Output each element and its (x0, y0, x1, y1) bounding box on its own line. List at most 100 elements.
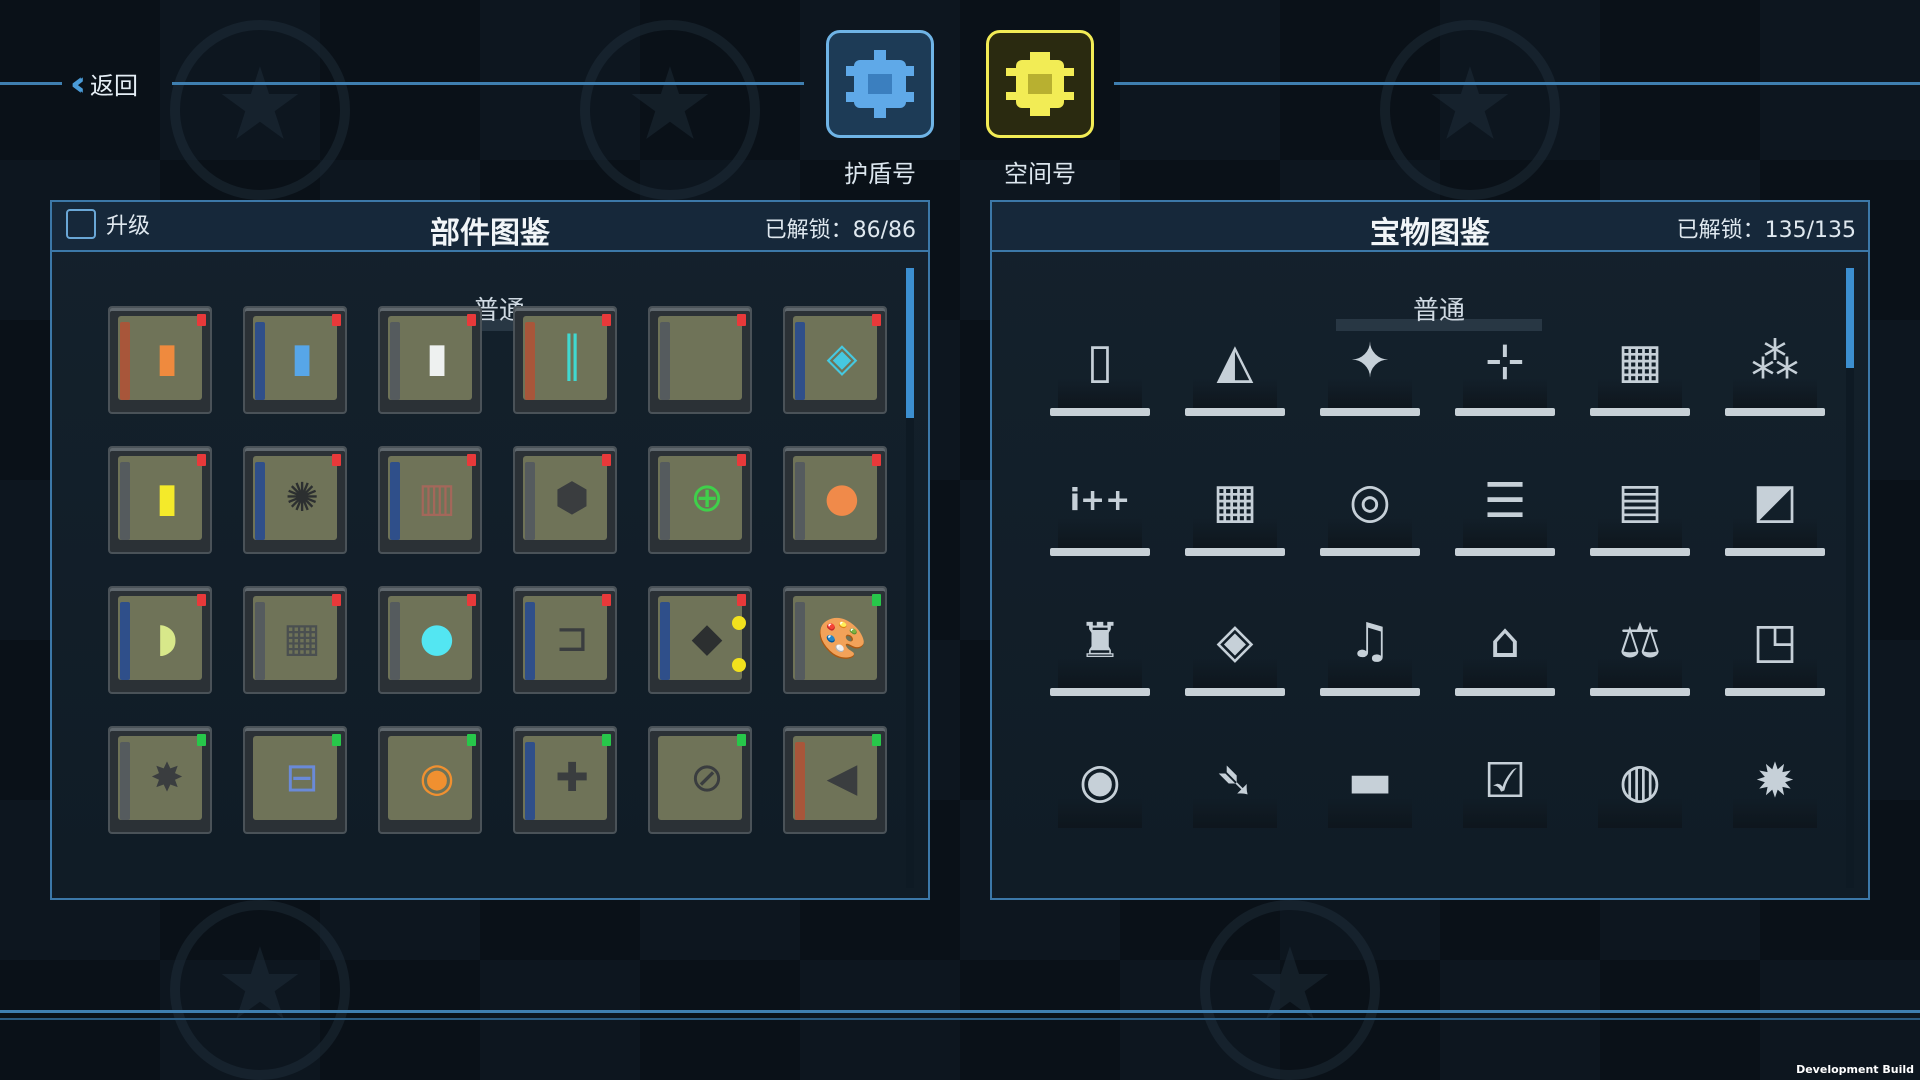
parts-scrollbar[interactable] (906, 268, 914, 888)
treasure-pedestal (1185, 688, 1285, 696)
treasure-pedestal (1050, 408, 1150, 416)
part-tile[interactable]: ▮ (378, 306, 482, 414)
parts-scroll-thumb[interactable] (906, 268, 914, 418)
treasure-slot[interactable]: ◉ (1050, 736, 1150, 836)
ship-select-space[interactable] (986, 30, 1094, 138)
part-tile[interactable]: ▮ (108, 446, 212, 554)
clipboard-icon: ☑ (1483, 753, 1527, 809)
background-emblem (170, 20, 350, 200)
treasure-slot[interactable]: ▦ (1185, 456, 1285, 556)
treasure-pedestal (1455, 688, 1555, 696)
treasure-pedestal (1725, 548, 1825, 556)
grid-icon: ▦ (1212, 473, 1258, 529)
treasure-slot[interactable]: ▯ (1050, 316, 1150, 416)
star-icon: ✦ (1349, 333, 1391, 389)
part-status-indicator (197, 594, 206, 606)
treasure-slot[interactable]: ◍ (1590, 736, 1690, 836)
part-tile[interactable]: ◀ (783, 726, 887, 834)
parts-codex-panel: 升级 部件图鉴 已解锁：86/86 普通 ▮ ▮ ▮ ║ ◈ ▮ ✺ ▥ ⬢ ⊕ ● ◗ ▦ ● ⊐ ◆ 🎨 ✸ ⊟… (50, 200, 930, 900)
part-stripe (120, 742, 130, 820)
card-icon: ▯ (1086, 333, 1114, 389)
part-tile[interactable]: ▮ (243, 306, 347, 414)
treasure-pedestal (1320, 688, 1420, 696)
treasure-slot[interactable]: ◈ (1185, 596, 1285, 696)
treasure-scrollbar[interactable] (1846, 268, 1854, 888)
part-icon: ◉ (419, 755, 455, 801)
treasure-pedestal (1320, 548, 1420, 556)
part-icon: ⊐ (555, 615, 589, 661)
part-tile[interactable]: 🎨 (783, 586, 887, 694)
part-tile[interactable]: ◈ (783, 306, 887, 414)
part-icon: ✚ (555, 755, 589, 801)
guitar-icon: ♫ (1348, 613, 1392, 669)
part-tile[interactable]: ║ (513, 306, 617, 414)
part-tile[interactable]: ● (378, 586, 482, 694)
treasure-slot[interactable]: ♜ (1050, 596, 1150, 696)
treasure-slot[interactable]: ▦ (1590, 316, 1690, 416)
part-tile[interactable]: ✚ (513, 726, 617, 834)
part-tile[interactable]: ⬢ (513, 446, 617, 554)
treasure-pedestal (1590, 688, 1690, 696)
part-status-indicator (602, 734, 611, 746)
part-icon: ● (419, 615, 455, 661)
treasure-slot[interactable]: ⌂ (1455, 596, 1555, 696)
part-icon: ▦ (283, 615, 321, 661)
part-stripe (390, 462, 400, 540)
treasure-slot[interactable]: ☰ (1455, 456, 1555, 556)
part-tile[interactable]: ◉ (378, 726, 482, 834)
ship-select-shield[interactable] (826, 30, 934, 138)
part-icon: ⊟ (285, 755, 319, 801)
part-tile[interactable]: ▦ (243, 586, 347, 694)
part-tile[interactable]: ⊟ (243, 726, 347, 834)
part-stripe (660, 602, 670, 680)
treasure-slot[interactable]: ◎ (1320, 456, 1420, 556)
treasure-slot[interactable]: i++ (1050, 456, 1150, 556)
part-status-indicator (467, 314, 476, 326)
part-stripe (525, 462, 535, 540)
part-stripe (795, 602, 805, 680)
part-status-indicator (737, 594, 746, 606)
treasure-slot[interactable]: ✦ (1320, 316, 1420, 416)
disc-icon: ◉ (1079, 753, 1121, 809)
part-status-indicator (332, 454, 341, 466)
treasure-slot[interactable]: ◩ (1725, 456, 1825, 556)
development-build-label: Development Build (1796, 1063, 1914, 1076)
part-stripe (390, 602, 400, 680)
treasure-scroll-thumb[interactable] (1846, 268, 1854, 368)
treasure-slot[interactable]: ▬ (1320, 736, 1420, 836)
back-button[interactable]: ‹‹ 返回 (70, 66, 138, 101)
treasure-slot[interactable]: ☑ (1455, 736, 1555, 836)
treasure-slot[interactable]: ✹ (1725, 736, 1825, 836)
part-status-indicator (737, 454, 746, 466)
part-tile[interactable]: ✸ (108, 726, 212, 834)
part-tile[interactable]: ⊘ (648, 726, 752, 834)
part-icon: ⊘ (690, 755, 724, 801)
part-tile[interactable]: ◗ (108, 586, 212, 694)
treasure-slot[interactable]: ➴ (1185, 736, 1285, 836)
part-tile[interactable]: ⊐ (513, 586, 617, 694)
part-tile[interactable] (648, 306, 752, 414)
part-tile[interactable]: ✺ (243, 446, 347, 554)
treasure-pedestal (1590, 408, 1690, 416)
ship-label-space: 空间号 (1004, 160, 1076, 188)
part-stripe (525, 322, 535, 400)
treasure-slot[interactable]: ◭ (1185, 316, 1285, 416)
treasure-slot[interactable]: ▤ (1590, 456, 1690, 556)
part-icon: ▮ (155, 335, 178, 381)
part-status-indicator (332, 594, 341, 606)
part-icon: ▮ (425, 335, 448, 381)
treasure-slot[interactable]: ⊹ (1455, 316, 1555, 416)
treasure-slot[interactable]: ◳ (1725, 596, 1825, 696)
part-tile[interactable]: ◆ (648, 586, 752, 694)
treasure-slot[interactable]: ⚖ (1590, 596, 1690, 696)
part-tile[interactable]: ● (783, 446, 887, 554)
spiked-device-icon: ✹ (1754, 753, 1796, 809)
part-stripe (390, 322, 400, 400)
treasure-slot[interactable]: ♫ (1320, 596, 1420, 696)
part-tile[interactable]: ▮ (108, 306, 212, 414)
treasure-slot[interactable]: ⁂ (1725, 316, 1825, 416)
part-tile[interactable]: ▥ (378, 446, 482, 554)
part-tile[interactable]: ⊕ (648, 446, 752, 554)
part-status-indicator (737, 314, 746, 326)
part-icon: ◗ (156, 615, 178, 661)
